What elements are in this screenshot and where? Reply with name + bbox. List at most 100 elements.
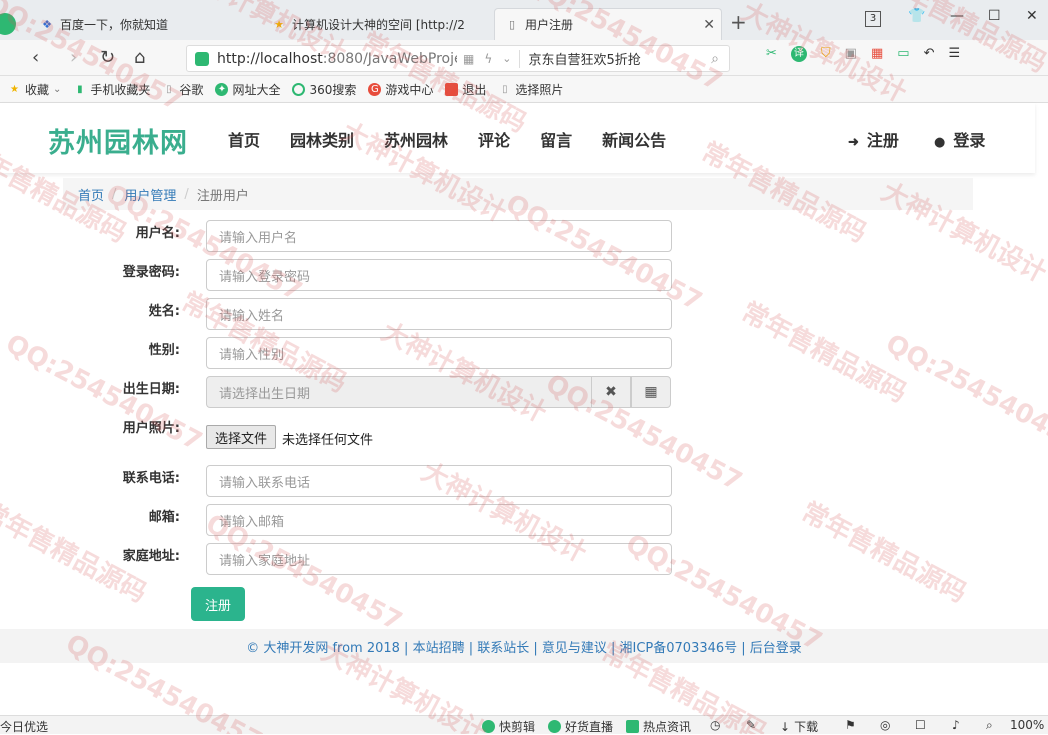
tab-blog[interactable]: ★ 计算机设计大神的空间 [http://2: [262, 8, 492, 40]
tab-title: 计算机设计大神的空间 [http://2: [292, 17, 465, 32]
photo-row: 用户照片: 选择文件 未选择任何文件: [0, 415, 700, 461]
close-tab-icon[interactable]: ✕: [703, 17, 715, 33]
apps-grid-icon[interactable]: ▦: [871, 46, 883, 62]
status-live[interactable]: 好货直播: [548, 718, 613, 735]
phone-input[interactable]: 请输入联系电话: [206, 465, 672, 497]
bookmark-google[interactable]: ▯ 谷歌: [162, 81, 203, 98]
file-status: 未选择任何文件: [282, 433, 374, 448]
shield-coin-icon[interactable]: ⛉: [821, 46, 831, 62]
bookmark-exit[interactable]: 退出: [445, 81, 486, 98]
news-icon: [626, 720, 639, 733]
name-label: 姓名:: [148, 304, 180, 319]
forward-icon[interactable]: ›: [70, 47, 77, 68]
register-link[interactable]: ➜ 注册: [848, 127, 899, 151]
battery-icon[interactable]: ▭: [897, 46, 909, 62]
password-input[interactable]: 请输入登录密码: [206, 259, 672, 291]
minimize-icon[interactable]: —: [950, 8, 964, 24]
back-icon[interactable]: ‹: [32, 47, 39, 68]
clock-icon[interactable]: ◷: [710, 718, 720, 732]
gender-input[interactable]: 请输入性别: [206, 337, 672, 369]
breadcrumb-home[interactable]: 首页: [78, 185, 104, 204]
browser-logo[interactable]: [0, 8, 30, 40]
bookmark-games[interactable]: G 游戏中心: [368, 81, 433, 98]
scissors-icon[interactable]: ✂: [766, 46, 777, 62]
bookmark-mobile[interactable]: ▮ 手机收藏夹: [73, 81, 150, 98]
address-input[interactable]: 请输入家庭地址: [206, 543, 672, 575]
search-icon[interactable]: ⌕: [711, 51, 719, 67]
nav-suzhou-gardens[interactable]: 苏州园林: [384, 127, 448, 151]
status-left-text[interactable]: 今日优选: [0, 718, 48, 735]
undo-icon[interactable]: ↶: [924, 46, 935, 62]
bookmark-360[interactable]: 360搜索: [292, 81, 356, 98]
site-footer[interactable]: © 大神开发网 from 2018 | 本站招聘 | 联系站长 | 意见与建议 …: [0, 629, 1048, 663]
reload-icon[interactable]: ↻: [100, 47, 115, 68]
address-bar[interactable]: http://localhost:8080/JavaWebProje ▦ ϟ ⌄…: [186, 45, 730, 72]
360-icon: [292, 82, 306, 96]
lightning-icon[interactable]: ϟ: [484, 52, 492, 66]
skin-icon[interactable]: 👕: [908, 8, 925, 24]
tab-title: 百度一下，你就知道: [60, 17, 169, 32]
baidu-paw-icon: ❖: [42, 17, 52, 31]
main-nav: 首页 园林类别 苏州园林 评论 留言 新闻公告: [228, 127, 666, 151]
maximize-icon[interactable]: ☐: [988, 8, 1001, 24]
volume-icon[interactable]: ♪: [952, 718, 960, 732]
name-input[interactable]: 请输入姓名: [206, 298, 672, 330]
status-download[interactable]: ↓ 下载: [780, 718, 818, 735]
status-news[interactable]: 热点资讯: [626, 718, 691, 735]
nav-news[interactable]: 新闻公告: [602, 127, 666, 151]
chevron-down-icon: ⌄: [53, 83, 62, 95]
bookmarks-bar: ★ 收藏 ⌄ ▮ 手机收藏夹 ▯ 谷歌 ✦ 网址大全 360搜索 G 游戏中心 退出 ▯ 选择…: [0, 76, 1048, 103]
zoom-icon[interactable]: ⌕: [986, 718, 993, 733]
photo-label: 用户照片:: [122, 421, 180, 436]
password-row: 登录密码: 请输入登录密码: [0, 259, 700, 291]
nav-comments[interactable]: 评论: [478, 127, 510, 151]
email-label: 邮箱:: [148, 510, 180, 525]
flag-icon[interactable]: ⚑: [845, 718, 856, 732]
address-label: 家庭地址:: [122, 549, 180, 564]
bookmark-favorites[interactable]: ★ 收藏 ⌄: [8, 81, 61, 98]
pin-icon[interactable]: ✎: [746, 718, 756, 732]
browser-mode-icon[interactable]: ◎: [880, 718, 890, 732]
calendar-icon: ▦: [644, 384, 658, 400]
birthdate-input[interactable]: 请选择出生日期: [206, 376, 592, 408]
password-label: 登录密码:: [122, 265, 180, 280]
home-icon[interactable]: ⌂: [134, 47, 145, 68]
choose-file-button[interactable]: 选择文件: [206, 425, 277, 449]
tab-baidu[interactable]: ❖ 百度一下，你就知道: [30, 8, 260, 40]
breadcrumb-user-management[interactable]: 用户管理: [124, 185, 176, 204]
username-input[interactable]: 请输入用户名: [206, 220, 672, 252]
hot-search-text[interactable]: 京东自营狂欢5折抢: [528, 49, 640, 68]
status-quick-edit[interactable]: 快剪辑: [482, 718, 535, 735]
qr-icon[interactable]: ▦: [463, 52, 474, 66]
translate-icon[interactable]: 译: [790, 46, 807, 62]
nav-messages[interactable]: 留言: [540, 127, 572, 151]
bookmark-photo[interactable]: ▯ 选择照片: [498, 81, 563, 98]
tab-register[interactable]: ▯ 用户注册 ✕: [494, 8, 722, 40]
clear-date-button[interactable]: ✖: [591, 376, 631, 408]
window-icon[interactable]: ☐: [915, 718, 926, 732]
address-row: 家庭地址: 请输入家庭地址: [0, 543, 700, 575]
new-tab-icon[interactable]: +: [730, 10, 747, 34]
tab-counter[interactable]: 3: [865, 11, 881, 27]
email-input[interactable]: 请输入邮箱: [206, 504, 672, 536]
sign-in-icon: ➜: [848, 135, 859, 150]
nav-home[interactable]: 首页: [228, 127, 260, 151]
chevron-down-icon[interactable]: ⌄: [502, 52, 511, 65]
image-icon[interactable]: ▣: [845, 46, 857, 62]
zoom-level[interactable]: 100%: [1010, 718, 1044, 732]
menu-icon[interactable]: ☰: [948, 46, 960, 62]
close-window-icon[interactable]: ✕: [1026, 8, 1038, 24]
extension-icons: ✂ 译 ⛉ ▣ ▦ ▭ ↶ ☰: [766, 46, 960, 62]
name-row: 姓名: 请输入姓名: [0, 298, 700, 330]
browser-toolbar: ‹ › ↻ ⌂ http://localhost:8080/JavaWebPro…: [0, 40, 1048, 76]
register-submit-button[interactable]: 注册: [191, 587, 245, 621]
bookmark-directory[interactable]: ✦ 网址大全: [215, 81, 280, 98]
nav-garden-categories[interactable]: 园林类别: [290, 127, 354, 151]
site-logo[interactable]: 苏州园林网: [48, 121, 188, 160]
breadcrumb: 首页 / 用户管理 / 注册用户: [63, 178, 973, 210]
login-link[interactable]: ● 登录: [934, 127, 985, 151]
calendar-button[interactable]: ▦: [631, 376, 671, 408]
divider: [519, 49, 521, 68]
phone-row: 联系电话: 请输入联系电话: [0, 465, 700, 497]
url-text[interactable]: http://localhost:8080/JavaWebProje: [217, 51, 457, 67]
